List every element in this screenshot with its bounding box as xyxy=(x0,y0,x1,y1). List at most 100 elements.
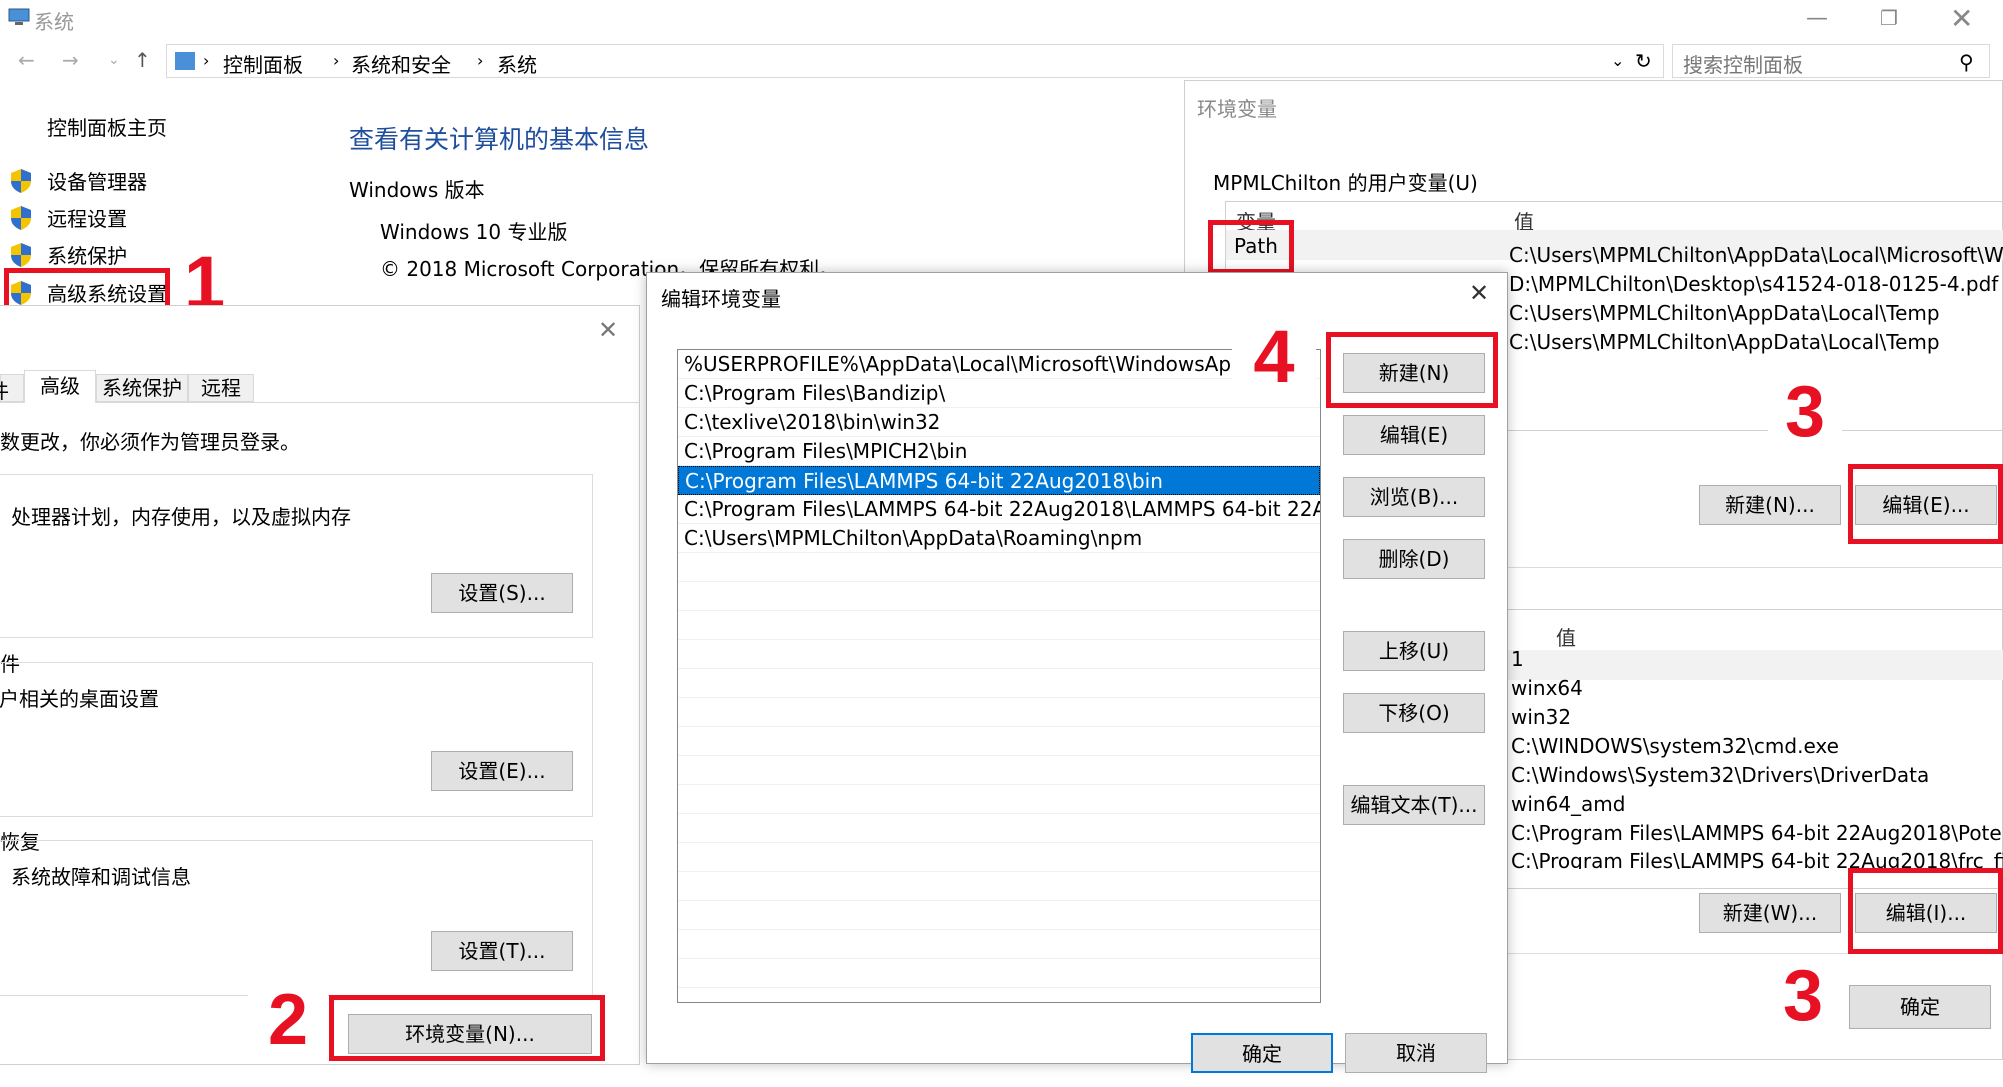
sys-val-8[interactable]: C:\Program Files\LAMMPS 64-bit 22Aug2018… xyxy=(1511,849,2003,869)
empty-row[interactable] xyxy=(678,553,1320,582)
breadcrumb-sep-icon: › xyxy=(203,51,210,70)
empty-row[interactable] xyxy=(678,959,1320,988)
back-icon[interactable]: ← xyxy=(18,48,35,72)
annotation-number-3b: 3 xyxy=(1764,960,1842,1032)
address-box[interactable]: › 控制面板 › 系统和安全 › 系统 ⌄ ↻ xyxy=(166,44,1664,78)
annotation-number-3a: 3 xyxy=(1768,376,1842,448)
move-down-button[interactable]: 下移(O) xyxy=(1343,693,1485,733)
edit-text-button[interactable]: 编辑文本(T)... xyxy=(1343,785,1485,825)
up-icon[interactable]: ↑ xyxy=(134,48,151,72)
ok-button[interactable]: 确定 xyxy=(1191,1033,1333,1073)
annotation-box-path xyxy=(1208,220,1294,274)
startup-group: 系统故障和调试信息 设置(T)... xyxy=(0,840,593,996)
path-entry[interactable]: C:\Program Files\Bandizip\ xyxy=(678,379,1320,408)
sys-val-1[interactable]: 1 xyxy=(1511,647,1524,671)
user-val-3[interactable]: C:\Users\MPMLChilton\AppData\Local\Temp xyxy=(1509,301,1940,325)
tab-strip: 件 高级 系统保护 远程 xyxy=(0,370,640,403)
env-ok-button[interactable]: 确定 xyxy=(1849,985,1991,1029)
sidebar-home-link[interactable]: 控制面板主页 xyxy=(47,112,167,141)
title-bar: 系统 — ❐ ✕ xyxy=(0,0,2003,36)
close-icon[interactable]: ✕ xyxy=(1469,279,1489,307)
user-val-4[interactable]: C:\Users\MPMLChilton\AppData\Local\Temp xyxy=(1509,330,1940,354)
close-icon[interactable]: ✕ xyxy=(1950,2,1973,35)
tab-system-protection[interactable]: 系统保护 xyxy=(96,374,188,402)
sidebar-item-device-manager[interactable]: 设备管理器 xyxy=(10,166,147,195)
user-val-1[interactable]: C:\Users\MPMLChilton\AppData\Local\Micro… xyxy=(1509,243,2003,267)
profile-group: 户相关的桌面设置 设置(E)... xyxy=(0,662,593,817)
performance-settings-button[interactable]: 设置(S)... xyxy=(431,573,573,613)
admin-note: 数更改，你必须作为管理员登录。 xyxy=(0,430,300,454)
sidebar-item-label: 设备管理器 xyxy=(47,170,148,194)
sys-val-3[interactable]: win32 xyxy=(1511,705,1571,729)
path-entry[interactable]: C:\Program Files\LAMMPS 64-bit 22Aug2018… xyxy=(678,466,1320,495)
dropdown-icon[interactable]: ⌄ xyxy=(1611,51,1624,70)
sys-new-button[interactable]: 新建(W)... xyxy=(1699,893,1841,933)
search-icon[interactable]: ⚲ xyxy=(1959,50,1974,74)
system-properties-dialog: ✕ 件 高级 系统保护 远程 数更改，你必须作为管理员登录。 处理器计划，内存使… xyxy=(0,305,640,1065)
path-entry[interactable]: %USERPROFILE%\AppData\Local\Microsoft\Wi… xyxy=(678,350,1320,379)
sys-val-5[interactable]: C:\Windows\System32\Drivers\DriverData xyxy=(1511,763,1929,787)
minimize-icon[interactable]: — xyxy=(1806,6,1828,31)
empty-row[interactable] xyxy=(678,582,1320,611)
user-val-2[interactable]: D:\MPMLChilton\Desktop\s41524-018-0125-4… xyxy=(1509,272,1998,296)
annotation-box-2 xyxy=(329,995,605,1061)
empty-row[interactable] xyxy=(678,727,1320,756)
path-entry[interactable]: C:\Users\MPMLChilton\AppData\Roaming\npm xyxy=(678,524,1320,553)
sidebar-item-system-protection[interactable]: 系统保护 xyxy=(10,240,127,269)
empty-row[interactable] xyxy=(678,611,1320,640)
user-vars-label: MPMLChilton 的用户变量(U) xyxy=(1213,171,1478,195)
search-input[interactable]: 搜索控制面板 ⚲ xyxy=(1672,44,1990,78)
window-title: 系统 xyxy=(34,10,74,34)
sys-val-2[interactable]: winx64 xyxy=(1511,676,1583,700)
chevron-down-icon[interactable]: ⌄ xyxy=(108,52,120,68)
breadcrumb-item-3[interactable]: 系统 xyxy=(497,49,537,78)
empty-row[interactable] xyxy=(678,930,1320,959)
startup-settings-button[interactable]: 设置(T)... xyxy=(431,931,573,971)
delete-button[interactable]: 删除(D) xyxy=(1343,539,1485,579)
empty-row[interactable] xyxy=(678,669,1320,698)
annotation-box-4 xyxy=(1326,332,1498,408)
path-entries-list[interactable]: %USERPROFILE%\AppData\Local\Microsoft\Wi… xyxy=(677,349,1321,1003)
sys-val-6[interactable]: win64_amd xyxy=(1511,792,1625,816)
sys-val-4[interactable]: C:\WINDOWS\system32\cmd.exe xyxy=(1511,734,1839,758)
tab-advanced[interactable]: 高级 xyxy=(24,370,96,403)
sidebar-item-remote-settings[interactable]: 远程设置 xyxy=(10,203,127,232)
move-up-button[interactable]: 上移(U) xyxy=(1343,631,1485,671)
user-new-button[interactable]: 新建(N)... xyxy=(1699,485,1841,525)
profile-settings-button[interactable]: 设置(E)... xyxy=(431,751,573,791)
sys-col-header-value[interactable]: 值 xyxy=(1556,622,1576,651)
cancel-button[interactable]: 取消 xyxy=(1345,1033,1487,1073)
empty-row[interactable] xyxy=(678,901,1320,930)
tab-hardware[interactable]: 件 xyxy=(0,374,24,403)
forward-icon[interactable]: → xyxy=(62,48,79,72)
edit-button[interactable]: 编辑(E) xyxy=(1343,415,1485,455)
restore-icon[interactable]: ❐ xyxy=(1880,6,1898,30)
empty-row[interactable] xyxy=(678,785,1320,814)
tab-remote[interactable]: 远程 xyxy=(188,374,254,402)
path-entry[interactable]: C:\Program Files\LAMMPS 64-bit 22Aug2018… xyxy=(678,495,1320,524)
empty-row[interactable] xyxy=(678,640,1320,669)
control-panel-icon xyxy=(175,52,195,70)
path-entry[interactable]: C:\Program Files\MPICH2\bin xyxy=(678,437,1320,466)
browse-button[interactable]: 浏览(B)... xyxy=(1343,477,1485,517)
annotation-box-3b xyxy=(1848,868,2003,954)
performance-group: 处理器计划，内存使用，以及虚拟内存 设置(S)... xyxy=(0,474,593,638)
nav-bar: ← → ⌄ ↑ › 控制面板 › 系统和安全 › 系统 ⌄ ↻ 搜索控制面板 ⚲ xyxy=(0,44,2003,80)
empty-row[interactable] xyxy=(678,843,1320,872)
edition-label: Windows 版本 xyxy=(349,178,485,202)
refresh-icon[interactable]: ↻ xyxy=(1635,49,1652,73)
performance-desc: 处理器计划，内存使用，以及虚拟内存 xyxy=(11,505,351,529)
edition-value: Windows 10 专业版 xyxy=(380,220,568,244)
path-entry[interactable]: C:\texlive\2018\bin\win32 xyxy=(678,408,1320,437)
empty-row[interactable] xyxy=(678,814,1320,843)
empty-row[interactable] xyxy=(678,756,1320,785)
sys-val-7[interactable]: C:\Program Files\LAMMPS 64-bit 22Aug2018… xyxy=(1511,821,2003,845)
empty-row[interactable] xyxy=(678,698,1320,727)
breadcrumb-item-1[interactable]: 控制面板 xyxy=(223,49,303,78)
annotation-number-4: 4 xyxy=(1232,320,1316,394)
breadcrumb-item-2[interactable]: 系统和安全 xyxy=(351,49,451,78)
env-dialog-title: 环境变量 xyxy=(1197,97,1277,121)
close-icon[interactable]: ✕ xyxy=(598,316,618,344)
computer-icon xyxy=(8,8,30,26)
empty-row[interactable] xyxy=(678,872,1320,901)
